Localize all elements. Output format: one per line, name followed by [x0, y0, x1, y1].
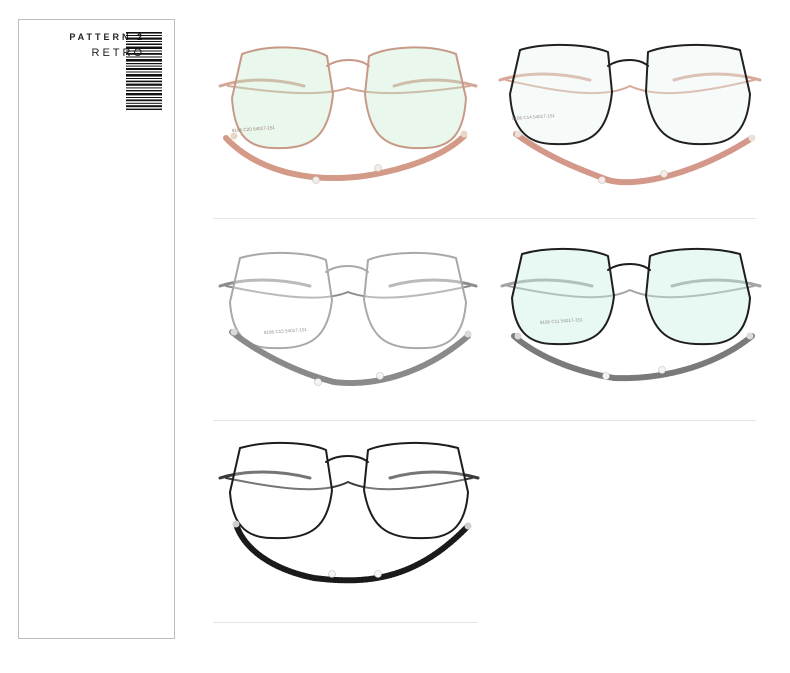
side-panel: PATTERN 2 RETRO	[18, 19, 175, 639]
divider	[213, 218, 756, 219]
product-image-silver: 9186 C15 54017-151	[218, 251, 478, 386]
barcode-icon	[126, 32, 162, 110]
product-image-rose-gold: 9186 C20 54017-151	[218, 46, 478, 184]
product-image-black-silver: 9186 C11 54017-151	[500, 247, 762, 382]
product-image-black-rose-gold: 9186 C14 54017-151	[498, 43, 762, 186]
divider	[213, 622, 478, 623]
divider	[213, 420, 756, 421]
product-image-black	[218, 441, 480, 584]
